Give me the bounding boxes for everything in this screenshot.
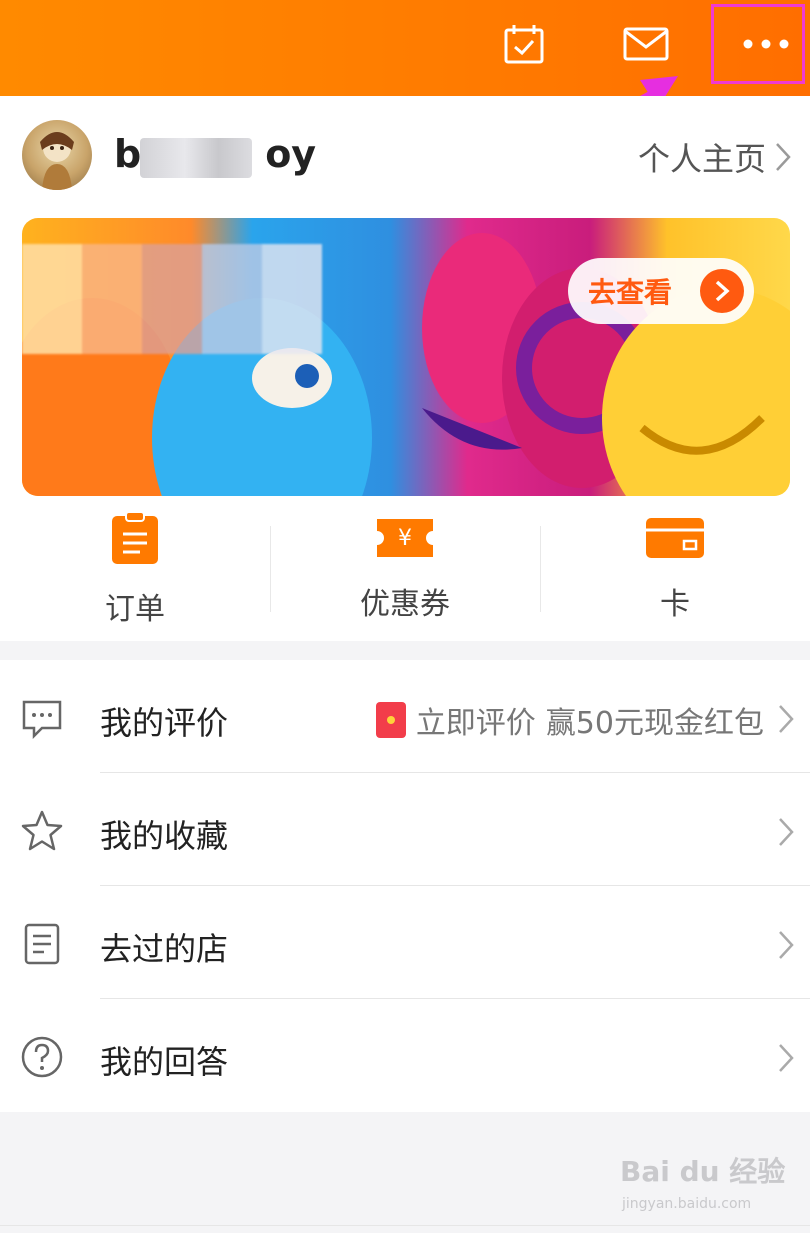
shortcut-orders-label: 订单	[105, 591, 165, 627]
shortcut-orders[interactable]: 订单	[0, 496, 270, 641]
watermark-url: jingyan.baidu.com	[622, 1196, 752, 1212]
shortcut-coupons[interactable]: ¥ 优惠券	[270, 496, 540, 641]
list-item-reviews[interactable]: 我的评价 立即评价 赢50元现金红包	[0, 660, 810, 773]
shortcut-row: 订单 ¥ 优惠券 卡	[0, 496, 810, 641]
list-item-reviews-label: 我的评价	[100, 704, 229, 742]
question-icon	[21, 1036, 63, 1078]
chevron-right-icon	[779, 705, 794, 733]
banner-cta-label: 去查看	[588, 276, 673, 309]
username-end: oy	[265, 132, 317, 176]
profile-home-label: 个人主页	[637, 140, 766, 178]
profile-home-link[interactable]: 个人主页	[638, 134, 792, 180]
shortcut-cards-label: 卡	[660, 586, 690, 622]
chevron-right-icon	[779, 1044, 794, 1072]
mail-icon[interactable]	[616, 18, 676, 70]
divider	[0, 1225, 810, 1226]
review-promo-reward: 赢50元现金红包	[545, 706, 764, 741]
review-promo-action: 立即评价	[415, 706, 536, 741]
red-packet-icon	[375, 702, 406, 738]
list-item-answers[interactable]: 我的回答	[0, 999, 810, 1112]
chevron-right-icon	[779, 931, 794, 959]
avatar[interactable]	[22, 120, 92, 190]
card-icon	[646, 517, 704, 558]
menu-list: 我的评价 立即评价 赢50元现金红包 我的收藏 去过的店 我的回答	[0, 660, 810, 1112]
star-icon	[21, 810, 63, 851]
list-item-visited[interactable]: 去过的店	[0, 886, 810, 999]
calendar-check-icon[interactable]	[494, 18, 554, 70]
shortcut-coupons-label: 优惠券	[360, 586, 450, 622]
list-item-visited-label: 去过的店	[100, 930, 229, 968]
banner-pixel-mask	[22, 244, 322, 354]
chevron-right-icon	[779, 818, 794, 846]
username-start: b	[114, 132, 142, 176]
chevron-right-icon	[776, 143, 791, 171]
shortcut-cards[interactable]: 卡	[540, 496, 810, 641]
chevron-right-icon	[700, 269, 744, 313]
highlight-box	[711, 4, 805, 84]
banner-cta-button[interactable]: 去查看	[568, 258, 754, 324]
review-promo[interactable]: 立即评价 赢50元现金红包	[375, 698, 764, 742]
order-icon	[112, 510, 158, 564]
watermark: Bai du 经验	[620, 1155, 786, 1188]
document-icon	[24, 923, 60, 965]
coupon-icon: ¥	[377, 518, 433, 557]
username-blur-mask	[140, 138, 252, 178]
comment-icon	[22, 700, 62, 740]
promo-banner[interactable]: 去查看	[22, 218, 790, 496]
list-item-answers-label: 我的回答	[100, 1043, 229, 1081]
svg-text:¥: ¥	[398, 526, 412, 551]
list-item-favorites-label: 我的收藏	[100, 817, 229, 855]
list-item-favorites[interactable]: 我的收藏	[0, 773, 810, 886]
